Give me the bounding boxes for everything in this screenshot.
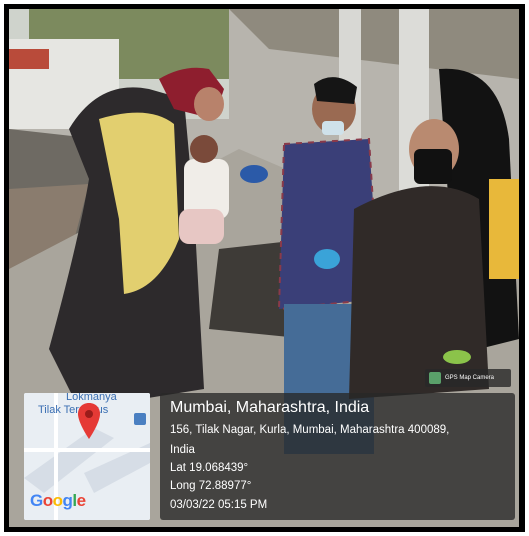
map-pin-icon: [78, 403, 100, 439]
location-title: Mumbai, Maharashtra, India: [170, 399, 370, 416]
location-address: 156, Tilak Nagar, Kurla, Mumbai, Maharas…: [170, 424, 450, 436]
gps-camera-icon: [429, 372, 441, 384]
gps-camera-badge: GPS Map Camera: [425, 369, 511, 387]
gps-camera-label: GPS Map Camera: [445, 375, 495, 381]
google-logo: Google: [30, 491, 86, 510]
location-longitude: Long 72.88977°: [170, 480, 252, 492]
location-map-thumbnail: Lokmanya Tilak Terminus Google: [24, 393, 150, 520]
location-datetime: 03/03/22 05:15 PM: [170, 499, 268, 511]
location-country: India: [170, 444, 195, 456]
location-info-panel: GPS Map Camera Mumbai, Maharashtra, Indi…: [160, 369, 515, 520]
location-latitude: Lat 19.068439°: [170, 462, 249, 474]
map-place-label: Lokmanya: [66, 393, 117, 403]
